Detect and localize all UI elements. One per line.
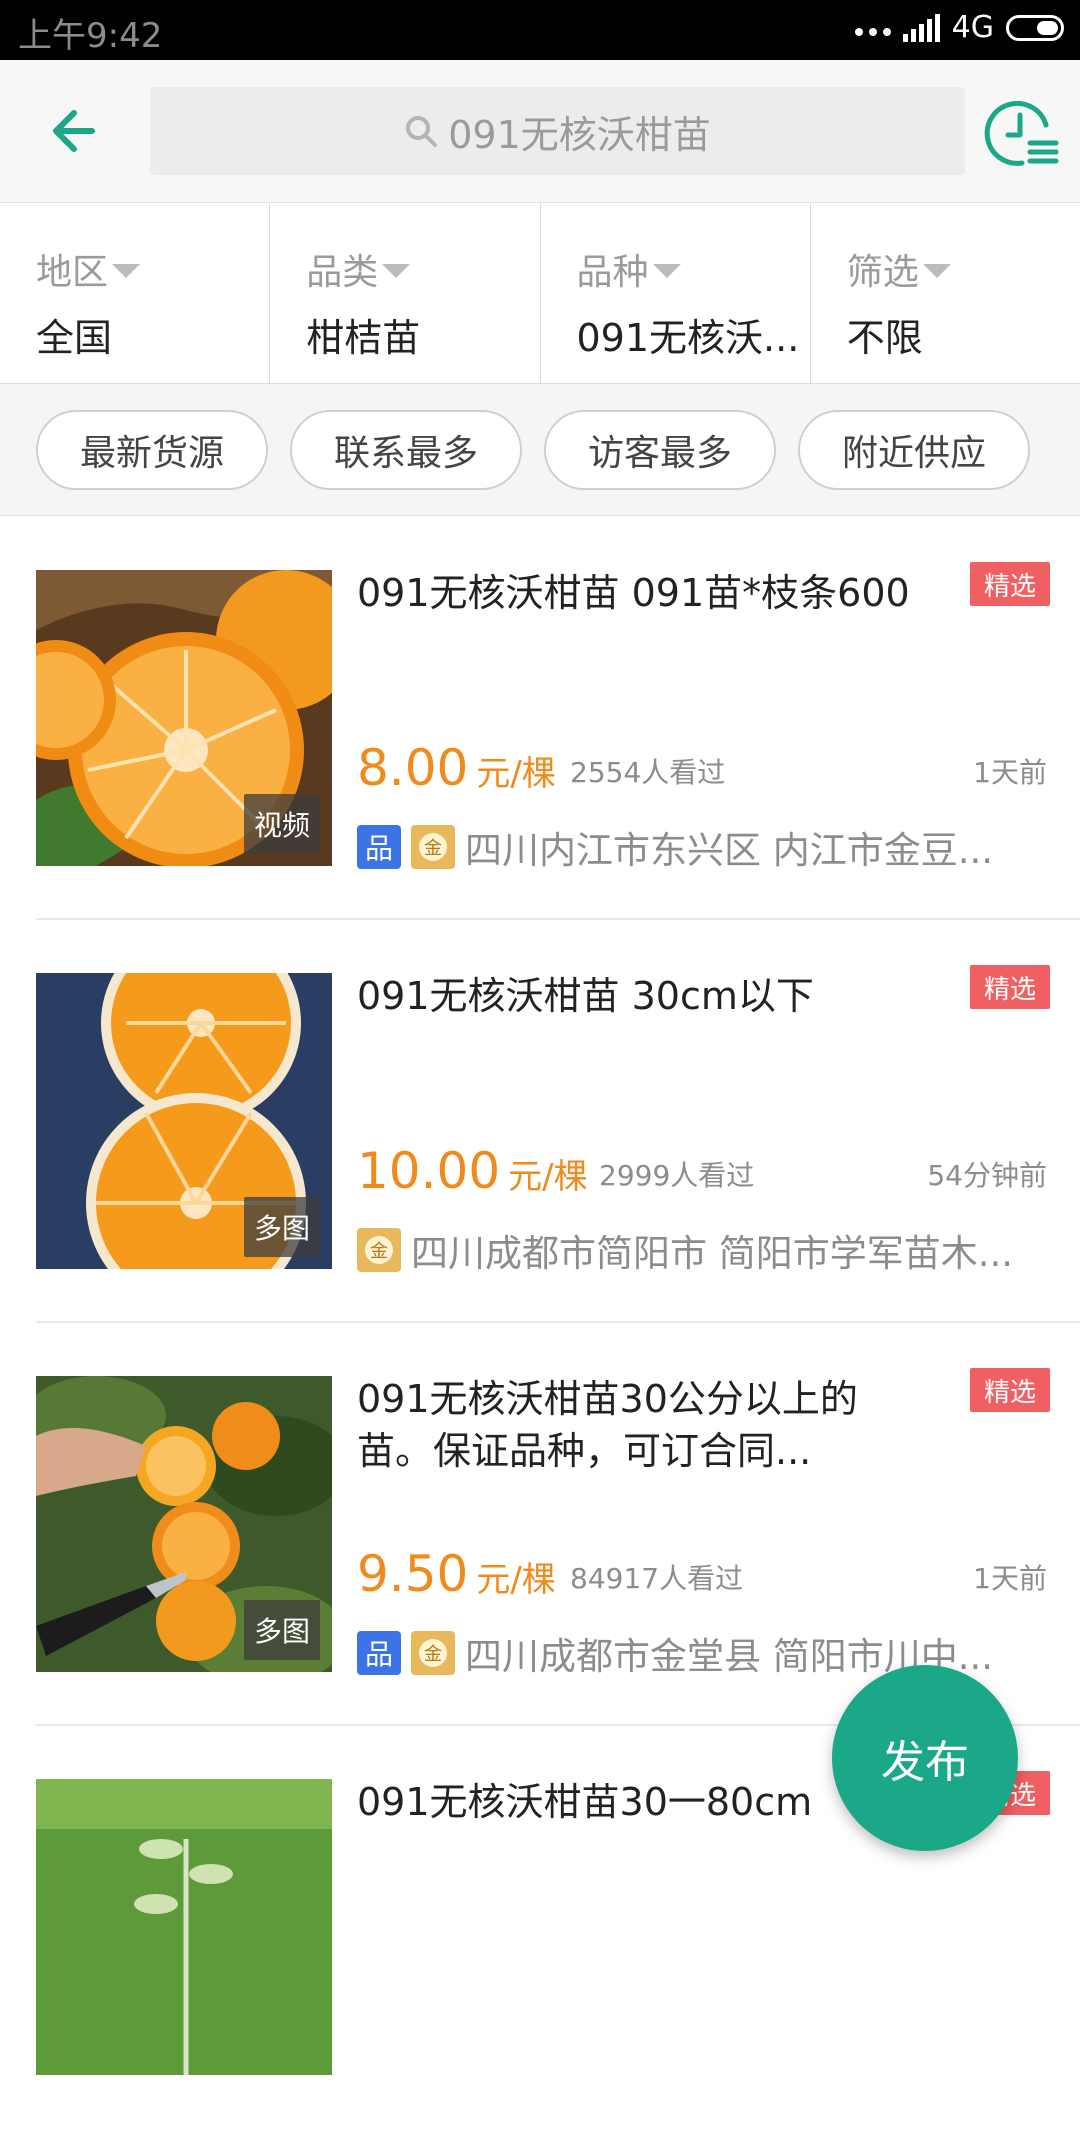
view-count: 2999人看过 — [599, 1159, 755, 1192]
location-row: 品 金 四川成都市金堂县 简阳市川中... — [357, 1628, 1077, 1678]
caret-down-icon — [922, 264, 951, 278]
seedling-image-icon — [36, 1779, 332, 2075]
caret-down-icon — [112, 264, 141, 278]
listing-item[interactable]: 多图 091无核沃柑苗 30cm以下 精选 10.00 元/棵 2999人看过 5… — [0, 920, 1080, 1323]
filter-label: 筛选 — [846, 252, 919, 293]
signal-icon — [902, 13, 940, 42]
product-image[interactable]: 多图 — [36, 973, 332, 1269]
filter-label: 品种 — [576, 252, 649, 293]
price: 9.50 元/棵 — [357, 1545, 556, 1603]
history-button[interactable] — [984, 95, 1060, 171]
media-tag: 视频 — [243, 794, 320, 854]
search-icon — [406, 116, 438, 147]
filter-value: 全国 — [36, 316, 113, 360]
quality-icon: 品 — [357, 1631, 401, 1675]
search-query: 091无核沃柑苗 — [448, 112, 711, 157]
filter-screen[interactable]: 筛选 不限 — [811, 203, 1080, 383]
post-time: 1天前 — [973, 1562, 1047, 1595]
publish-button[interactable]: 发布 — [832, 1665, 1018, 1851]
filter-value: 柑桔苗 — [306, 316, 421, 360]
listing-title: 091无核沃柑苗 091苗*枝条600 — [357, 571, 910, 615]
filter-label: 地区 — [36, 252, 109, 293]
filter-value: 不限 — [846, 316, 923, 360]
filter-variety[interactable]: 品种 091无核沃... — [541, 203, 811, 383]
location-row: 金 四川成都市简阳市 简阳市学军苗木... — [357, 1225, 1077, 1275]
more-dots-icon — [854, 20, 891, 36]
back-button[interactable] — [40, 96, 110, 166]
view-count: 2554人看过 — [570, 756, 726, 789]
clock-list-icon — [984, 100, 1059, 166]
gold-member-icon: 金 — [411, 1631, 455, 1675]
filter-label: 品类 — [306, 252, 379, 293]
price-row: 8.00 元/棵 2554人看过 1天前 — [357, 737, 1047, 797]
network-type: 4G — [951, 10, 994, 45]
location-row: 品 金 四川内江市东兴区 内江市金豆... — [357, 822, 1077, 872]
product-image[interactable]: 多图 — [36, 1376, 332, 1672]
featured-badge: 精选 — [970, 1368, 1050, 1412]
filter-bar: 地区 全国 品类 柑桔苗 品种 091无核沃... 筛选 不限 — [0, 203, 1080, 384]
chip-nearby[interactable]: 附近供应 — [798, 409, 1030, 490]
battery-icon — [1006, 14, 1064, 41]
view-count: 84917人看过 — [570, 1562, 744, 1595]
price-value: 9.50 — [357, 1545, 469, 1603]
post-time: 54分钟前 — [927, 1159, 1047, 1192]
featured-badge: 精选 — [970, 965, 1050, 1009]
status-icons: 4G — [854, 10, 1064, 45]
top-bar: 091无核沃柑苗 — [0, 60, 1080, 203]
filter-value: 091无核沃... — [576, 316, 800, 360]
featured-badge: 精选 — [970, 562, 1050, 606]
product-image[interactable]: 视频 — [36, 570, 332, 866]
chip-most-contacted[interactable]: 联系最多 — [290, 409, 522, 490]
media-tag: 多图 — [243, 1197, 320, 1257]
price-unit: 元/棵 — [476, 754, 556, 794]
status-bar: 上午9:42 4G — [0, 0, 1080, 60]
gold-member-icon: 金 — [411, 825, 455, 869]
caret-down-icon — [652, 264, 681, 278]
chip-most-visited[interactable]: 访客最多 — [544, 409, 776, 490]
listing-title: 091无核沃柑苗30公分以上的苗。保证品种，可订合同... — [357, 1377, 858, 1473]
price-row: 9.50 元/棵 84917人看过 1天前 — [357, 1543, 1047, 1603]
listing-title: 091无核沃柑苗 30cm以下 — [357, 974, 814, 1018]
price-unit: 元/棵 — [508, 1157, 588, 1197]
search-input[interactable]: 091无核沃柑苗 — [150, 87, 965, 175]
chip-newest[interactable]: 最新货源 — [36, 409, 268, 490]
price-unit: 元/棵 — [476, 1560, 556, 1600]
price-row: 10.00 元/棵 2999人看过 54分钟前 — [357, 1140, 1047, 1200]
price: 8.00 元/棵 — [357, 739, 556, 797]
caret-down-icon — [382, 264, 411, 278]
listing-title: 091无核沃柑苗30一80cm — [357, 1780, 813, 1824]
price-value: 8.00 — [357, 739, 469, 797]
media-tag: 多图 — [243, 1600, 320, 1660]
product-image[interactable] — [36, 1779, 332, 2075]
sort-chips: 最新货源 联系最多 访客最多 附近供应 — [0, 384, 1080, 516]
filter-category[interactable]: 品类 柑桔苗 — [270, 203, 541, 383]
quality-icon: 品 — [357, 825, 401, 869]
gold-member-icon: 金 — [357, 1228, 401, 1272]
location-text: 四川成都市简阳市 简阳市学军苗木... — [411, 1232, 1014, 1275]
listing-item[interactable]: 视频 091无核沃柑苗 091苗*枝条600 精选 8.00 元/棵 2554人看… — [0, 517, 1080, 920]
price-value: 10.00 — [357, 1142, 501, 1200]
listing-list: 视频 091无核沃柑苗 091苗*枝条600 精选 8.00 元/棵 2554人看… — [0, 517, 1080, 2129]
filter-region[interactable]: 地区 全国 — [0, 203, 271, 383]
post-time: 1天前 — [973, 756, 1047, 789]
location-text: 四川内江市东兴区 内江市金豆... — [465, 829, 994, 872]
arrow-left-icon — [53, 110, 95, 152]
price: 10.00 元/棵 — [357, 1142, 588, 1200]
